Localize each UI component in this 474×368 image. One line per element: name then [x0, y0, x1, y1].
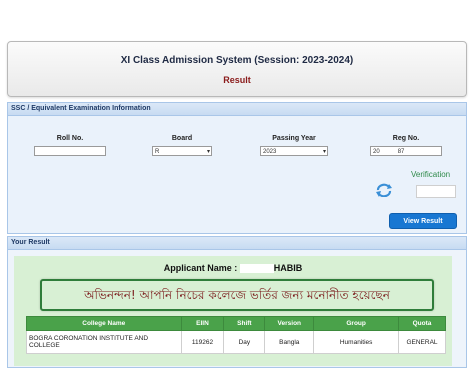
col-college-name: College Name	[26, 316, 182, 331]
reg-label: Reg No.	[392, 135, 420, 142]
ssc-panel-heading: SSC / Equivalent Examination Information	[8, 103, 466, 116]
roll-label: Roll No.	[56, 135, 84, 142]
result-area: Applicant Name : HABIB অভিনন্দন! আপনি নি…	[14, 256, 452, 366]
result-panel-heading: Your Result	[8, 237, 466, 250]
cell-eiin: 119262	[180, 330, 225, 354]
congratulations-banner: অভিনন্দন! আপনি নিচের কলেজে ভর্তির জন্য ম…	[40, 279, 434, 311]
col-version: Version	[264, 316, 315, 331]
view-result-button[interactable]: View Result	[389, 213, 457, 229]
result-table: College Name EIIN Shift Version Group Qu…	[26, 316, 446, 354]
board-select[interactable]: R ▾	[152, 146, 212, 156]
chevron-down-icon: ▾	[322, 149, 326, 155]
col-quota: Quota	[398, 316, 446, 331]
passing-year-select[interactable]: 2023 ▾	[260, 146, 328, 156]
passing-year-label: Passing Year	[272, 135, 316, 142]
col-group: Group	[313, 316, 400, 331]
page-title: XI Class Admission System (Session: 2023…	[120, 55, 354, 66]
verification-input[interactable]	[416, 185, 456, 198]
roll-field: Roll No.	[34, 135, 106, 156]
refresh-icon[interactable]	[374, 183, 394, 197]
cell-version: Bangla	[264, 330, 315, 354]
table-header-row: College Name EIIN Shift Version Group Qu…	[26, 316, 446, 331]
reg-field: Reg No. 20 87	[370, 135, 442, 156]
board-value: R	[155, 149, 160, 155]
applicant-name: HABIB	[273, 263, 303, 273]
page-subtitle: Result	[223, 75, 251, 85]
reg-input[interactable]: 20 87	[370, 146, 442, 156]
board-label: Board	[171, 135, 193, 142]
passing-year-value: 2023	[263, 149, 277, 155]
header-panel: XI Class Admission System (Session: 2023…	[7, 41, 467, 97]
cell-college: BOGRA CORONATION INSTITUTE AND COLLEGE	[26, 330, 182, 354]
chevron-down-icon: ▾	[206, 149, 210, 155]
applicant-line: Applicant Name : HABIB	[14, 263, 452, 274]
verification-label: Verification	[411, 170, 451, 179]
col-shift: Shift	[223, 316, 266, 331]
passing-year-field: Passing Year 2023 ▾	[260, 135, 328, 156]
col-eiin: EIIN	[180, 316, 225, 331]
board-field: Board R ▾	[152, 135, 212, 156]
roll-input[interactable]	[34, 146, 106, 156]
table-row: BOGRA CORONATION INSTITUTE AND COLLEGE 1…	[26, 330, 446, 354]
cell-quota: GENERAL	[398, 330, 446, 354]
cell-group: Humanities	[313, 330, 400, 354]
cell-shift: Day	[223, 330, 266, 354]
applicant-label: Applicant Name :	[163, 263, 238, 273]
